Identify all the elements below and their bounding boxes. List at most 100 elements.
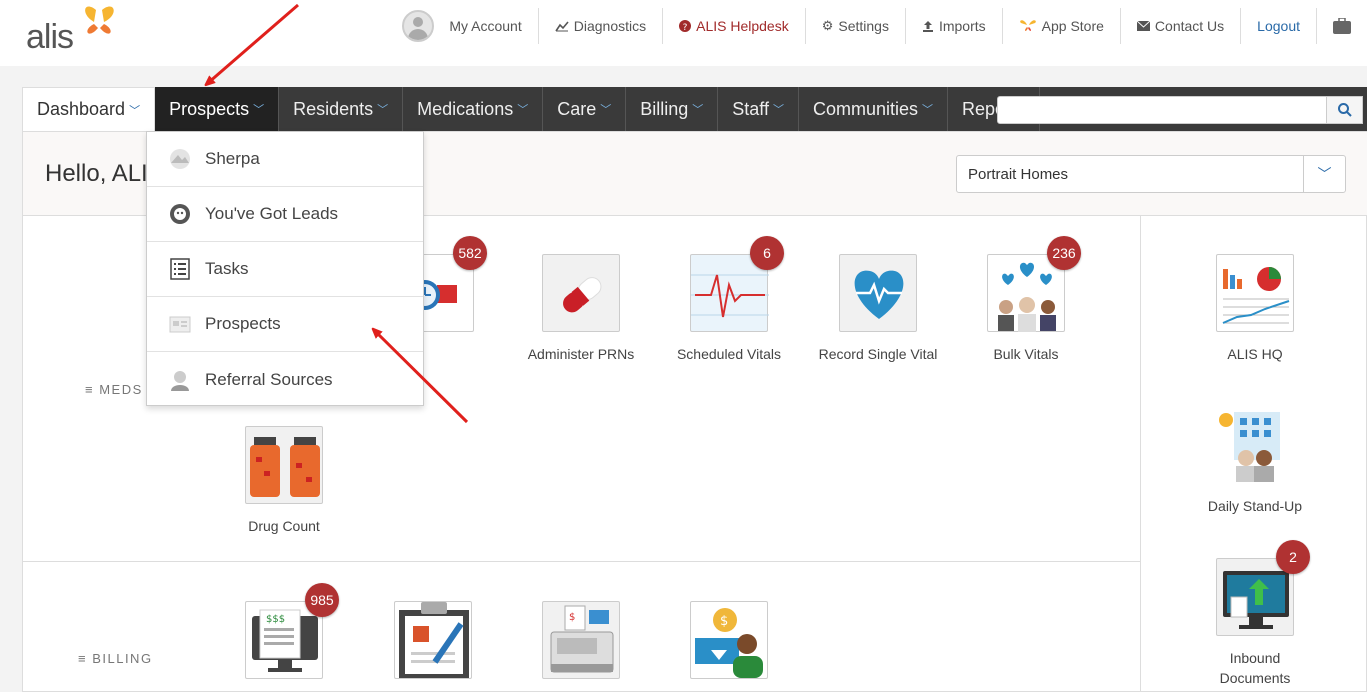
capsule-icon <box>563 277 602 313</box>
menu-item-youve-got-leads[interactable]: You've Got Leads <box>147 187 423 242</box>
search-icon <box>1337 103 1352 117</box>
gear-icon: ⚙ <box>821 18 834 33</box>
prospects-icon <box>169 313 191 335</box>
app-store-icon <box>1019 20 1036 31</box>
drug-count-tile[interactable]: Drug Count <box>214 426 354 536</box>
billing-clipboard-tile[interactable] <box>363 601 503 679</box>
chevron-down-icon: ﹀ <box>517 104 529 116</box>
nav-billing[interactable]: Billing ﹀ <box>626 87 719 131</box>
clipboard-icon <box>394 601 472 679</box>
inbound-documents-tile[interactable]: Inbound Documents 2 <box>1185 540 1325 688</box>
chevron-down-icon: ﹀ <box>253 104 265 116</box>
menu-item-sherpa[interactable]: Sherpa <box>147 132 423 187</box>
building-people-icon <box>1219 412 1280 482</box>
billing-statements-tile[interactable]: $$$ 985 <box>214 583 354 679</box>
daily-standup-label: Daily Stand-Up <box>1207 498 1303 514</box>
nav-billing-label: Billing <box>640 98 689 119</box>
my-account-link[interactable]: My Account <box>386 8 539 44</box>
helpdesk-link[interactable]: ? ALIS Helpdesk <box>663 8 806 44</box>
diagnostics-label: Diagnostics <box>573 18 647 34</box>
menu-item-label: Sherpa <box>205 149 260 168</box>
chevron-down-icon: ﹀ <box>129 104 141 117</box>
my-account-label: My Account <box>449 18 522 34</box>
question-icon: ? <box>679 20 692 32</box>
scheduled-vitals-badge: 6 <box>750 236 784 270</box>
nav-staff-label: Staff <box>732 98 769 119</box>
nav-communities-label: Communities <box>812 98 918 119</box>
nav-residents-label: Residents <box>293 98 374 119</box>
record-single-vital-tile[interactable]: Record Single Vital <box>808 254 948 364</box>
main-nav: Dashboard ﹀ Prospects ﹀ Residents ﹀ Medicat… <box>22 87 1367 131</box>
app-store-link[interactable]: App Store <box>1003 8 1121 44</box>
sherpa-icon <box>169 148 191 170</box>
greeting-text: Hello, ALI <box>45 160 148 187</box>
chevron-down-icon: ﹀ <box>772 104 784 116</box>
contact-label: Contact Us <box>1154 18 1225 34</box>
menu-item-tasks[interactable]: Tasks <box>147 242 423 297</box>
chevron-down-icon: ﹀ <box>377 104 389 116</box>
settings-label: Settings <box>838 18 889 34</box>
logout-link[interactable]: Logout <box>1241 8 1317 44</box>
bulk-vitals-label: Bulk Vitals <box>993 346 1059 362</box>
nav-medications-label: Medications <box>417 98 514 119</box>
logo-text: alis <box>26 18 74 56</box>
svg-text:$: $ <box>720 614 728 629</box>
menu-item-label: You've Got Leads <box>205 204 339 223</box>
billing-badge: 985 <box>305 583 339 617</box>
community-select-value: Portrait Homes <box>968 166 1069 183</box>
logout-label: Logout <box>1257 18 1300 34</box>
community-select[interactable]: Portrait Homes ﹀ <box>956 155 1346 193</box>
tasks-icon <box>169 258 191 280</box>
chevron-down-icon: ﹀ <box>600 104 612 116</box>
clipboard-pen-icon <box>399 602 469 678</box>
daily-standup-tile[interactable]: Daily Stand-Up <box>1185 406 1325 516</box>
billing-section-title: BILLING <box>92 651 153 666</box>
svg-text:$$$: $$$ <box>266 614 285 625</box>
chart-icon <box>555 21 569 32</box>
payment-person-icon: $ <box>690 601 768 679</box>
nav-communities[interactable]: Communities ﹀ <box>799 87 948 131</box>
inbound-documents-badge: 2 <box>1276 540 1310 574</box>
search-input[interactable] <box>997 96 1327 124</box>
bulk-vitals-tile[interactable]: Bulk Vitals 236 <box>956 236 1096 364</box>
bottles-icon <box>250 437 320 497</box>
menu-item-referral-sources[interactable]: Referral Sources <box>147 352 423 407</box>
dashboard-charts-icon <box>1222 267 1290 324</box>
billing-register-tile[interactable]: $ <box>511 601 651 679</box>
meds-section-label[interactable]: ≡ MEDS <box>85 382 143 397</box>
chevron-down-icon[interactable]: ﹀ <box>1303 156 1345 192</box>
briefcase-icon <box>1333 18 1351 34</box>
coin-person-icon: $ <box>695 608 763 678</box>
administer-prns-tile[interactable]: Administer PRNs <box>511 254 651 364</box>
billing-section: ≡ BILLING $$$ 985 $ $ <box>23 562 1141 692</box>
top-bar: alis My Account Diagnostics ? ALIS Helpd… <box>0 0 1367 66</box>
analytics-icon <box>1216 254 1294 332</box>
billing-section-label[interactable]: ≡ BILLING <box>78 651 153 666</box>
administer-prns-label: Administer PRNs <box>527 346 635 362</box>
prospects-dropdown-menu: Sherpa You've Got Leads Tasks Prospects … <box>146 131 424 406</box>
contact-link[interactable]: Contact Us <box>1121 8 1242 44</box>
nav-care[interactable]: Care ﹀ <box>543 87 627 131</box>
app-store-label: App Store <box>1041 18 1104 34</box>
nav-residents[interactable]: Residents ﹀ <box>279 87 404 131</box>
nav-prospects[interactable]: Prospects ﹀ <box>155 87 280 131</box>
nav-staff[interactable]: Staff ﹀ <box>718 87 799 131</box>
upload-icon <box>922 21 933 32</box>
cash-register-icon: $ <box>542 601 620 679</box>
imports-link[interactable]: Imports <box>906 8 1003 44</box>
alis-logo[interactable]: alis <box>26 4 136 56</box>
search-button[interactable] <box>1327 96 1363 124</box>
briefcase-button[interactable] <box>1317 8 1367 44</box>
settings-link[interactable]: ⚙ Settings <box>806 8 906 44</box>
scheduled-vitals-tile[interactable]: Scheduled Vitals 6 <box>659 236 799 364</box>
nav-medications[interactable]: Medications ﹀ <box>403 87 544 131</box>
billing-payments-tile[interactable]: $ <box>659 601 799 679</box>
imports-label: Imports <box>938 18 986 34</box>
alis-hq-tile[interactable]: ALIS HQ <box>1185 254 1325 364</box>
referral-icon <box>169 369 191 391</box>
menu-item-prospects[interactable]: Prospects <box>147 297 423 352</box>
diagnostics-link[interactable]: Diagnostics <box>539 8 664 44</box>
pill-bottles-icon <box>245 426 323 504</box>
nav-dashboard[interactable]: Dashboard ﹀ <box>22 87 156 131</box>
heart-icon <box>839 254 917 332</box>
